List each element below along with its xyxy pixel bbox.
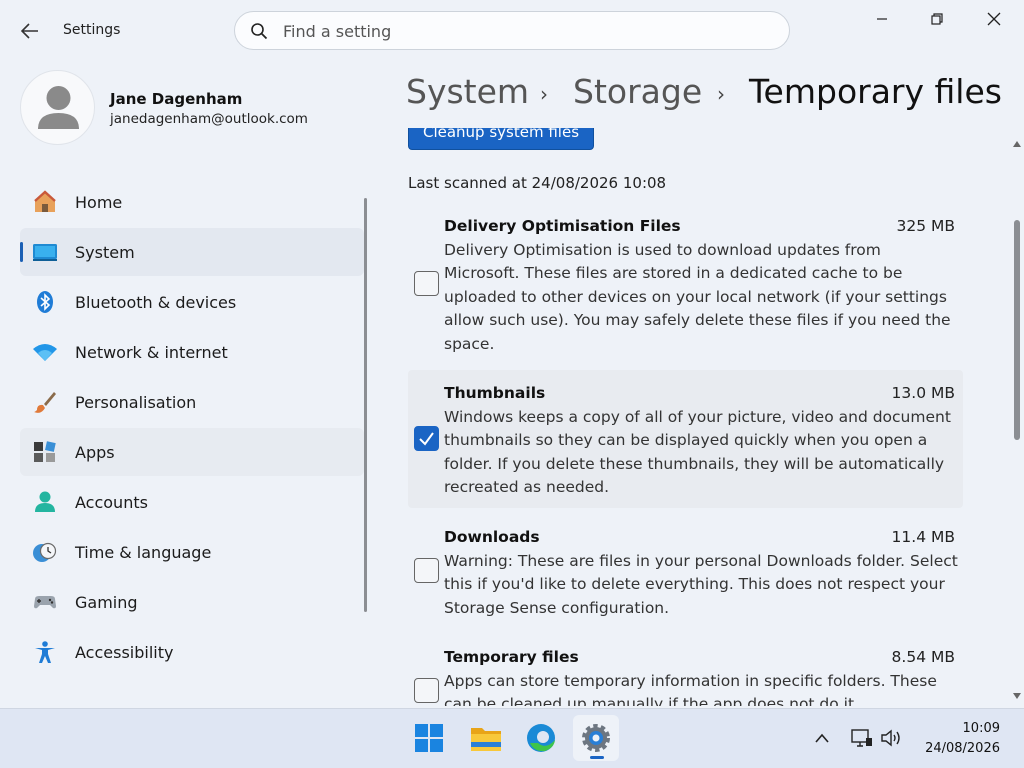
- taskbar-settings[interactable]: [573, 715, 619, 761]
- selection-indicator: [20, 242, 23, 262]
- bluetooth-icon: [32, 290, 58, 314]
- system-icon: [32, 240, 58, 264]
- edge-browser-icon: [527, 724, 555, 752]
- breadcrumb-chevron-icon: ›: [717, 82, 725, 106]
- network-monitor-icon: [851, 729, 872, 747]
- system-clock[interactable]: 10:09 24/08/2026: [925, 719, 1000, 759]
- minimize-button[interactable]: [863, 6, 901, 32]
- search-icon: [251, 23, 268, 40]
- sidebar-item-gaming[interactable]: Gaming: [20, 578, 364, 626]
- checkbox-thumbnails[interactable]: [414, 426, 439, 451]
- scroll-up-arrow-icon: [1013, 141, 1021, 147]
- sidebar-item-accessibility[interactable]: Accessibility: [20, 628, 364, 676]
- app-title: Settings: [63, 22, 121, 38]
- active-app-indicator: [590, 756, 604, 759]
- show-hidden-icons-button[interactable]: [810, 727, 834, 749]
- sidebar-scrollbar[interactable]: [364, 198, 367, 612]
- avatar: [20, 70, 95, 145]
- sidebar-item-personalisation[interactable]: Personalisation: [20, 378, 364, 426]
- chevron-up-icon: [815, 733, 829, 743]
- clock-time: 10:09: [962, 721, 1000, 736]
- file-item-downloads[interactable]: Downloads 11.4 MB Warning: These are fil…: [408, 518, 963, 628]
- search-input[interactable]: [283, 20, 763, 42]
- network-status-button[interactable]: [850, 727, 874, 749]
- file-item-temporary-files[interactable]: Temporary files 8.54 MB Apps can store t…: [408, 640, 963, 706]
- sidebar-item-time-language[interactable]: Time & language: [20, 528, 364, 576]
- file-description: Delivery Optimisation is used to downloa…: [444, 241, 951, 353]
- taskbar: 10:09 24/08/2026: [0, 708, 1024, 768]
- user-profile[interactable]: Jane Dagenham janedagenham@outlook.com: [20, 70, 360, 146]
- volume-button[interactable]: [880, 727, 904, 749]
- file-explorer-icon: [471, 728, 501, 751]
- user-email: janedagenham@outlook.com: [110, 111, 308, 127]
- back-button[interactable]: [18, 20, 42, 42]
- wifi-icon: [32, 340, 58, 364]
- accessibility-icon: [32, 640, 58, 664]
- user-name: Jane Dagenham: [110, 90, 243, 108]
- start-button[interactable]: [406, 715, 452, 761]
- restore-icon: [931, 13, 943, 25]
- sidebar-nav: Home System Bluetooth & devices Network …: [20, 178, 364, 678]
- breadcrumb-chevron-icon: ›: [540, 82, 548, 106]
- clock-date: 24/08/2026: [925, 741, 1000, 756]
- taskbar-edge[interactable]: [518, 715, 564, 761]
- file-description: Apps can store temporary information in …: [444, 672, 937, 706]
- breadcrumb-storage[interactable]: Storage: [573, 72, 702, 111]
- temporary-files-content: Cleanup system files Last scanned at 24/…: [404, 128, 990, 706]
- accounts-icon: [32, 490, 58, 514]
- settings-gear-icon: [582, 724, 610, 752]
- minimize-icon: [877, 18, 887, 20]
- sidebar-item-home[interactable]: Home: [20, 178, 364, 226]
- checkbox-temporary-files[interactable]: [414, 678, 439, 703]
- page-title: Temporary files: [749, 72, 1002, 111]
- close-icon: [987, 12, 1001, 26]
- checkbox-delivery-optimisation[interactable]: [414, 271, 439, 296]
- clock-globe-icon: [32, 540, 58, 564]
- windows-start-icon: [415, 724, 443, 752]
- sidebar-item-bluetooth-devices[interactable]: Bluetooth & devices: [20, 278, 364, 326]
- sidebar-item-network-internet[interactable]: Network & internet: [20, 328, 364, 376]
- checkbox-downloads[interactable]: [414, 558, 439, 583]
- sidebar-item-apps[interactable]: Apps: [20, 428, 364, 476]
- speaker-icon: [881, 729, 900, 747]
- title-bar: Settings: [0, 0, 1024, 62]
- scrollbar-thumb[interactable]: [1014, 220, 1020, 440]
- file-item-delivery-optimisation[interactable]: Delivery Optimisation Files 325 MB Deliv…: [408, 210, 963, 360]
- restore-button[interactable]: [918, 6, 956, 32]
- content-scrollbar[interactable]: [1013, 140, 1021, 700]
- back-arrow-icon: [21, 23, 38, 39]
- file-item-thumbnails[interactable]: Thumbnails 13.0 MB Windows keeps a copy …: [408, 370, 963, 508]
- close-button[interactable]: [975, 6, 1013, 32]
- brush-icon: [32, 390, 58, 414]
- sidebar-item-accounts[interactable]: Accounts: [20, 478, 364, 526]
- apps-icon: [32, 440, 58, 464]
- taskbar-file-explorer[interactable]: [463, 715, 509, 761]
- sidebar-item-system[interactable]: System: [20, 228, 364, 276]
- gamepad-icon: [32, 590, 58, 614]
- user-avatar-icon: [38, 86, 79, 129]
- file-description: Warning: These are files in your persona…: [444, 552, 958, 617]
- checkmark-icon: [419, 432, 434, 446]
- home-icon: [32, 190, 58, 214]
- breadcrumb-system[interactable]: System: [406, 72, 529, 111]
- last-scanned-text: Last scanned at 24/08/2026 10:08: [408, 174, 667, 192]
- cleanup-system-files-button[interactable]: Cleanup system files: [408, 128, 594, 150]
- scroll-down-arrow-icon: [1013, 693, 1021, 699]
- search-box[interactable]: [234, 11, 790, 50]
- file-description: Windows keeps a copy of all of your pict…: [444, 408, 951, 497]
